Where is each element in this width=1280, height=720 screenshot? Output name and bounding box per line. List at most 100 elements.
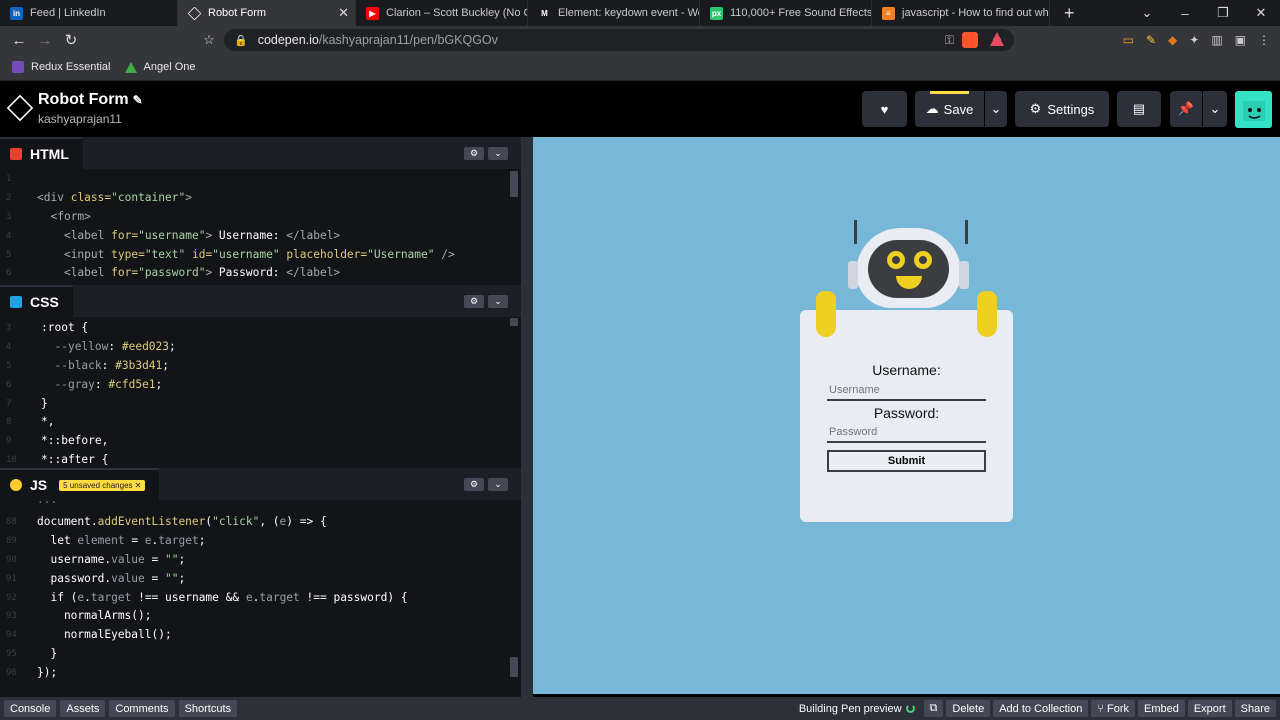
unsaved-badge[interactable]: 5 unsaved changes ✕	[59, 479, 146, 491]
brave-icon[interactable]	[962, 32, 978, 48]
delete-button[interactable]: Delete	[946, 700, 991, 717]
save-options-button[interactable]: ⌄	[985, 91, 1007, 127]
puzzle-icon[interactable]: ✦	[1189, 33, 1199, 47]
like-button[interactable]: ♥	[862, 91, 907, 127]
robot-antenna-right	[965, 220, 968, 244]
pixabay-icon: px	[710, 6, 723, 20]
css-panel-header: CSS ⚙ ⌄	[0, 285, 521, 317]
chevron-down-icon: ⌄	[1209, 101, 1221, 116]
robot-antenna-left	[854, 220, 857, 244]
url-field[interactable]: 🔒 codepen.io/kashyaprajan11/pen/bGKQGOv …	[224, 29, 1014, 51]
key-icon[interactable]: ⚿	[945, 33, 954, 48]
css-editor[interactable]: 3:root { 4 --yellow: #eed023; 5 --black:…	[0, 319, 521, 469]
codepen-icon	[187, 6, 202, 20]
share-button[interactable]: Share	[1234, 700, 1276, 717]
html-editor[interactable]: 1 2 <div class="container"> 3 <form> 4 <l…	[0, 170, 521, 284]
tab-mdn[interactable]: M Element: keydown event - Web A	[528, 0, 700, 26]
tab-label: 110,000+ Free Sound Effects for	[730, 7, 872, 19]
pen-icon[interactable]: ✎	[1146, 33, 1156, 47]
new-tab-icon[interactable]: +	[1064, 3, 1075, 24]
embed-button[interactable]: Embed	[1137, 700, 1185, 717]
bookmark-icon[interactable]: ☆	[196, 32, 222, 48]
html-scrollbar[interactable]	[510, 171, 518, 197]
pen-title[interactable]: Robot Form ✎	[38, 91, 143, 109]
gear-icon[interactable]: ⚙	[464, 295, 484, 308]
maximize-icon[interactable]: ❐	[1204, 5, 1242, 21]
tab-label: Clarion – Scott Buckley (No Copy	[386, 7, 527, 19]
chevron-down-icon[interactable]: ⌄	[488, 147, 508, 160]
robot-eye-left	[887, 251, 905, 269]
wallet-icon[interactable]: ▣	[1235, 33, 1246, 47]
html-panel-header: HTML ⚙ ⌄	[0, 137, 521, 169]
add-to-collection-button[interactable]: Add to Collection	[993, 700, 1089, 717]
close-icon[interactable]: ✕	[338, 5, 349, 21]
tab-pixabay[interactable]: px 110,000+ Free Sound Effects for	[700, 0, 872, 26]
pin-button[interactable]: 📌	[1170, 91, 1202, 127]
bookmark-angel-one[interactable]: Angel One	[124, 61, 195, 73]
linkedin-icon: in	[10, 6, 23, 20]
submit-button[interactable]: Submit	[827, 450, 986, 472]
brave-rewards-icon[interactable]	[990, 32, 1004, 46]
css-icon	[10, 296, 22, 308]
footer-right: Building Pen preview ⧉ Delete Add to Col…	[799, 700, 1276, 717]
avatar-face-icon	[1243, 101, 1265, 121]
js-tab[interactable]: JS 5 unsaved changes ✕	[0, 468, 160, 500]
shortcuts-button[interactable]: Shortcuts	[178, 700, 238, 717]
chevron-down-icon[interactable]: ⌄	[488, 295, 508, 308]
tab-robot-form[interactable]: Robot Form ✕	[178, 0, 356, 26]
url-path: /kashyaprajan11/pen/bGKQGOv	[318, 33, 498, 47]
pin-options-button[interactable]: ⌄	[1203, 91, 1227, 127]
lock-icon: 🔒	[234, 34, 248, 47]
bookmark-label: Redux Essential	[31, 61, 111, 73]
chevron-down-icon[interactable]: ⌄	[488, 478, 508, 491]
save-button[interactable]: ☁ Save	[915, 91, 984, 127]
gear-icon: ⚙	[1029, 101, 1042, 116]
back-icon[interactable]: ←	[6, 32, 32, 49]
metamask-icon[interactable]: ◆	[1168, 33, 1177, 47]
forward-icon[interactable]: →	[32, 32, 58, 49]
spinner-icon	[905, 704, 915, 713]
edit-title-icon[interactable]: ✎	[133, 93, 143, 107]
avatar[interactable]	[1235, 91, 1272, 128]
html-tab[interactable]: HTML	[0, 137, 83, 169]
open-external-button[interactable]: ⧉	[923, 700, 944, 717]
address-bar-row: ← → ↻ ☆ 🔒 codepen.io/kashyaprajan11/pen/…	[0, 26, 1280, 54]
extension-icon[interactable]: ▭	[1123, 33, 1134, 47]
menu-icon[interactable]: ⋮	[1258, 33, 1270, 47]
bookmark-redux[interactable]: Redux Essential	[12, 61, 111, 73]
gear-icon[interactable]: ⚙	[464, 147, 484, 160]
password-input[interactable]	[827, 423, 986, 443]
js-scrollbar[interactable]	[510, 657, 518, 677]
fork-button[interactable]: ⑂ Fork	[1091, 700, 1135, 717]
layout-icon: ▤	[1132, 101, 1146, 116]
comments-button[interactable]: Comments	[109, 700, 175, 717]
console-button[interactable]: Console	[4, 700, 57, 717]
stackoverflow-icon: ≡	[882, 6, 895, 20]
assets-button[interactable]: Assets	[60, 700, 106, 717]
pen-author[interactable]: kashyaprajan11	[38, 112, 122, 126]
export-button[interactable]: Export	[1187, 700, 1232, 717]
layout-button[interactable]: ▤	[1117, 91, 1161, 127]
browser-tab-strip: in Feed | LinkedIn Robot Form ✕ ▶ Clario…	[0, 0, 1280, 26]
username-input[interactable]	[827, 381, 986, 401]
js-editor[interactable]: ... 88document.addEventListener("click",…	[0, 501, 521, 695]
tab-linkedin[interactable]: in Feed | LinkedIn	[0, 0, 178, 26]
close-window-icon[interactable]: ✕	[1242, 5, 1280, 21]
password-label: Password:	[873, 405, 940, 421]
chevron-down-icon[interactable]: ⌄	[1128, 5, 1166, 21]
chevron-down-icon: ⌄	[990, 101, 1002, 116]
resize-handle[interactable]	[521, 137, 533, 697]
js-panel-header: JS 5 unsaved changes ✕ ⚙ ⌄	[0, 468, 521, 500]
codepen-logo-icon[interactable]	[6, 94, 34, 122]
tab-label: Element: keydown event - Web A	[558, 7, 699, 19]
minimize-icon[interactable]: –	[1166, 6, 1204, 21]
gear-icon[interactable]: ⚙	[464, 478, 484, 491]
tab-stackoverflow[interactable]: ≡ javascript - How to find out wha	[872, 0, 1050, 26]
settings-button[interactable]: ⚙ Settings	[1015, 91, 1109, 127]
tab-clarion[interactable]: ▶ Clarion – Scott Buckley (No Copy	[356, 0, 528, 26]
css-scrollbar[interactable]	[510, 318, 518, 326]
reload-icon[interactable]: ↻	[58, 31, 84, 49]
fork-icon: ⑂	[1097, 702, 1104, 715]
sidebar-icon[interactable]: ▥	[1211, 33, 1222, 47]
css-tab[interactable]: CSS	[0, 285, 73, 317]
